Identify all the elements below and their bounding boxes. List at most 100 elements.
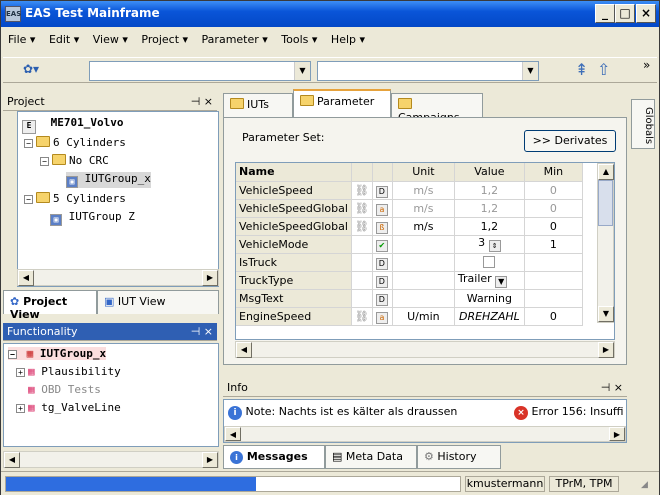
tree-item-6-cylinders[interactable]: −6 Cylinders [24,136,126,149]
truck-type-select[interactable]: Trailer ▼ [454,271,525,290]
tab-history[interactable]: ⚙ History [417,445,501,469]
toolbar-overflow-icon[interactable]: » [643,58,650,72]
col-value-header[interactable]: Value [454,163,525,182]
project-root[interactable]: E ME701_Volvo [22,116,123,134]
test-icon: ▦ [28,383,35,396]
scroll-thumb[interactable] [598,180,613,226]
derivates-button[interactable]: >> Derivates [524,130,616,152]
tree-item-plausibility[interactable]: + ▦ Plausibility [16,365,121,378]
tree-item-no-crc[interactable]: − No CRC [40,154,109,167]
is-truck-checkbox[interactable] [483,255,496,268]
tab-iut-view[interactable]: ▣ IUT View [97,290,219,314]
test-icon: ▦ [28,401,35,414]
flag-icon: D [375,294,388,306]
func-root[interactable]: − ▦ IUTGroup_x [8,347,107,360]
grid-vscrollbar[interactable]: ▲ ▼ [597,163,614,323]
combo-arrow-icon[interactable]: ▼ [522,62,538,80]
expand-icon[interactable]: + [16,368,25,377]
tab-project-view[interactable]: ✿ Project View [3,290,97,321]
combo-arrow-icon[interactable]: ▼ [294,62,310,80]
dropdown-tool-icon[interactable]: ✿▾ [23,62,51,80]
tab-messages[interactable]: i Messages [223,445,325,469]
scroll-right-icon[interactable]: ▶ [202,270,218,286]
collapse-icon[interactable]: − [24,195,33,204]
move-up-icon[interactable]: ⇧ [597,60,610,79]
move-top-icon[interactable]: ⇞ [575,60,588,79]
maximize-button[interactable]: □ [615,4,635,23]
project-hscrollbar[interactable]: ◀ ▶ [17,269,219,286]
scroll-left-icon[interactable]: ◀ [4,452,20,468]
close-button[interactable]: × [636,4,656,23]
table-row[interactable]: MsgText D Warning [236,289,583,308]
info-panel-header: Info ⊣ × [223,379,627,397]
scroll-right-icon[interactable]: ▶ [202,452,218,468]
tree-item-iutgroup-x[interactable]: ▣ IUTGroup_x [66,172,151,188]
grid-header-row: Name Unit Value Min [236,163,583,182]
tree-item-5-cylinders[interactable]: −5 Cylinders [24,192,126,205]
tree-item-obd-tests[interactable]: ▦ OBD Tests [28,383,101,396]
project-panel-header: Project ⊣ × [3,93,217,111]
collapse-icon[interactable]: − [40,157,49,166]
info-hscrollbar[interactable]: ◀ ▶ [224,426,626,442]
panel-pin-close[interactable]: ⊣ × [601,381,623,394]
menu-file[interactable]: File ▾ [3,31,40,48]
tab-parameter[interactable]: Parameter [293,89,391,117]
functionality-hscrollbar[interactable]: ◀ ▶ [3,451,219,468]
parameter-table: Name Unit Value Min VehicleSpeed ⛓ D m/s… [236,163,583,326]
menu-view[interactable]: View ▾ [88,31,133,48]
col-name-header[interactable]: Name [236,163,352,182]
table-row[interactable]: VehicleMode ✔ 3 ⇕ 1 [236,235,583,254]
mode-spinner[interactable]: 3 ⇕ [454,235,525,254]
flag-icon: D [375,186,388,198]
error-message[interactable]: × Error 156: Insuffic [514,405,624,420]
expand-icon[interactable]: + [16,404,25,413]
tree-item-tg-valveline[interactable]: + ▦ tg_ValveLine [16,401,121,414]
menu-help[interactable]: Help ▾ [326,31,370,48]
table-row[interactable]: TruckType D Trailer ▼ [236,271,583,290]
menu-tools[interactable]: Tools ▾ [276,31,322,48]
collapse-icon[interactable]: − [8,350,17,359]
col-unit-header[interactable]: Unit [392,163,455,182]
globals-side-tab[interactable]: Globals [631,99,655,149]
collapse-icon[interactable]: − [24,139,33,148]
chevron-down-icon[interactable]: ▼ [495,276,508,288]
table-row[interactable]: IsTruck D [236,253,583,272]
spinner-icon[interactable]: ⇕ [488,240,501,252]
scroll-right-icon[interactable]: ▶ [598,342,614,358]
tab-iuts[interactable]: IUTs [223,93,293,117]
info-message[interactable]: i Note: Nachts ist es kälter als drausse… [228,405,457,420]
grid-hscrollbar[interactable]: ◀ ▶ [235,341,615,358]
panel-pin-close[interactable]: ⊣ × [191,95,213,108]
folder-icon [36,136,50,147]
status-user: kmustermann [465,476,545,492]
scroll-right-icon[interactable]: ▶ [609,427,625,441]
table-row[interactable]: VehicleSpeedGlobal ⛓ a m/s 1,2 0 [236,199,583,218]
flag-icon: D [375,258,388,270]
parameter-set-label: Parameter Set: [242,131,325,144]
table-row[interactable]: EngineSpeed ⛓ a U/min DREHZAHL 0 [236,307,583,326]
scroll-left-icon[interactable]: ◀ [236,342,252,358]
panel-pin-close[interactable]: ⊣ × [191,325,213,338]
scroll-left-icon[interactable]: ◀ [225,427,241,441]
scroll-left-icon[interactable]: ◀ [18,270,34,286]
menu-edit[interactable]: Edit ▾ [44,31,84,48]
toolbar-combo-1[interactable]: ▼ [89,61,311,81]
info-icon: i [228,406,242,420]
menu-parameter[interactable]: Parameter ▾ [197,31,273,48]
menu-project[interactable]: Project ▾ [136,31,193,48]
tree-item-iutgroup-z[interactable]: ▣ IUTGroup Z [50,210,135,226]
info-icon: i [230,451,243,464]
minimize-button[interactable]: _ [595,4,615,23]
tab-campaigns[interactable]: Campaigns [391,93,483,124]
scroll-down-icon[interactable]: ▼ [598,306,614,322]
table-row[interactable]: VehicleSpeed ⛓ D m/s 1,2 0 [236,181,583,200]
scroll-up-icon[interactable]: ▲ [598,164,614,180]
resize-grip-icon[interactable]: ◢ [641,480,648,490]
col-min-header[interactable]: Min [524,163,583,182]
toolbar-combo-2[interactable]: ▼ [317,61,539,81]
table-row[interactable]: VehicleSpeedGlobal ⛓ ß m/s 1,2 0 [236,217,583,236]
project-tree: E ME701_Volvo −6 Cylinders − No CRC ▣ IUT… [17,111,219,287]
toolbar: ✿▾ ▼ ▼ ⇞ ⇧ » [3,57,657,83]
test-group-icon: ▦ [26,347,34,360]
tab-meta-data[interactable]: ▤ Meta Data [325,445,417,469]
